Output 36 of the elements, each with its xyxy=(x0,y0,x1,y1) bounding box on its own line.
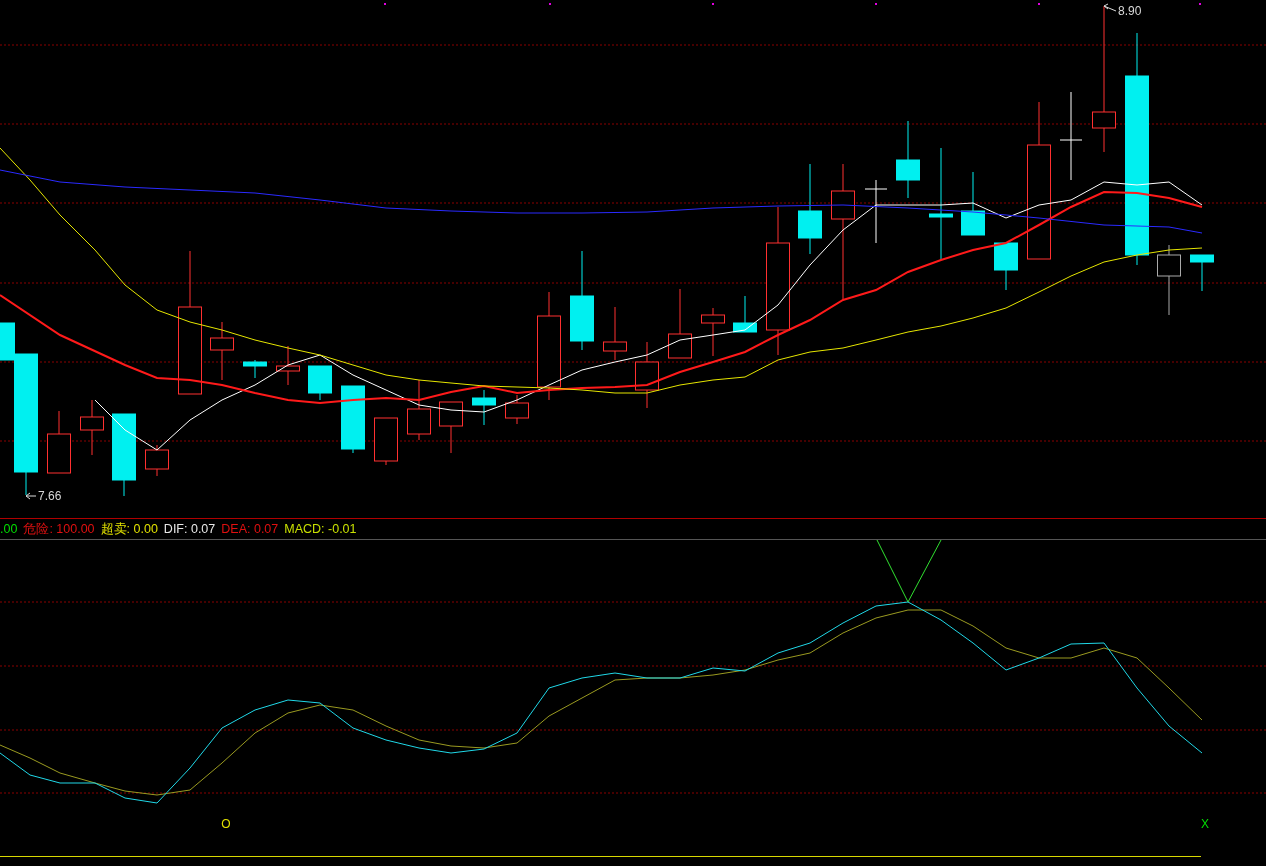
candlestick xyxy=(472,389,496,426)
candlestick xyxy=(1157,244,1181,316)
arrow-icon xyxy=(1103,3,1117,12)
candlestick xyxy=(407,379,431,441)
candlestick xyxy=(276,345,300,386)
candlestick xyxy=(668,288,692,359)
candlestick xyxy=(505,394,529,425)
signal-mark: X xyxy=(1201,817,1209,831)
legend-value: DEA: 0.07 xyxy=(221,521,279,538)
candlestick xyxy=(1190,254,1214,292)
candlestick xyxy=(80,399,104,456)
legend-value: .00 xyxy=(0,521,18,538)
low-price-label: 7.66 xyxy=(38,489,62,503)
signal-line xyxy=(876,540,942,603)
candlestick xyxy=(374,417,398,466)
candlestick xyxy=(439,401,463,454)
candlestick xyxy=(308,365,332,401)
candlestick xyxy=(864,179,888,244)
candlestick xyxy=(210,321,234,381)
candlestick xyxy=(341,385,365,454)
candlestick xyxy=(733,295,757,333)
candlestick xyxy=(145,444,169,477)
legend-value: 超卖: 0.00 xyxy=(100,521,158,538)
candlestick xyxy=(701,307,725,357)
candlestick xyxy=(243,359,267,379)
legend-value: DIF: 0.07 xyxy=(163,521,216,538)
candlestick xyxy=(603,306,627,361)
arrow-icon xyxy=(25,492,37,500)
candlestick xyxy=(47,410,71,474)
legend-value: 危险: 100.00 xyxy=(23,521,95,538)
signal-mark: O xyxy=(221,817,231,831)
candlestick xyxy=(635,341,659,409)
candlestick xyxy=(961,171,985,236)
legend-value: MACD: -0.01 xyxy=(284,521,357,538)
candlestick xyxy=(994,242,1018,291)
high-price-label: 8.90 xyxy=(1118,4,1142,18)
